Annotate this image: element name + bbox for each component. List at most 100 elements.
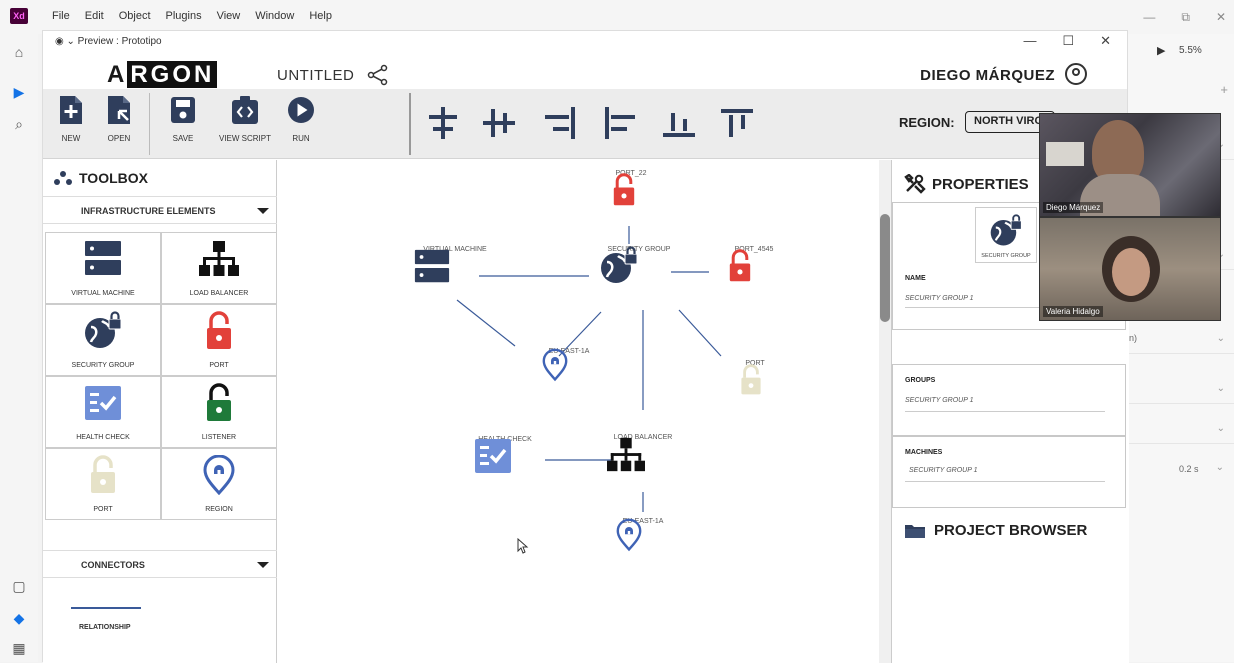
- select-tool-icon[interactable]: ▶: [11, 84, 27, 100]
- menu-edit[interactable]: Edit: [85, 10, 104, 22]
- diagram-canvas[interactable]: PORT_22 VIRTUAL MACHINE SECURITY GROUP P…: [277, 160, 879, 663]
- toolbox-item-port[interactable]: PORT: [161, 304, 277, 376]
- video-tile-participant-2: Valeria Hidalgo: [1039, 217, 1221, 321]
- chevron-down-icon[interactable]: ⌄: [1216, 462, 1224, 473]
- new-button[interactable]: NEW: [47, 95, 95, 143]
- security-group-icon: [85, 311, 122, 348]
- node-region-eu-east-1a-2[interactable]: EU-EAST-1A: [613, 518, 673, 552]
- preview-title: ◉ ⌄ Preview : Prototipo: [55, 36, 162, 47]
- home-icon[interactable]: ⌂: [11, 44, 27, 60]
- user-name[interactable]: DIEGO MÁRQUEZ: [920, 67, 1055, 84]
- edge-sg-port: [678, 309, 722, 357]
- infrastructure-section-header[interactable]: INFRASTRUCTURE ELEMENTS: [43, 196, 277, 224]
- play-icon[interactable]: ▶: [1157, 44, 1165, 57]
- node-region-eu-east-1a[interactable]: EU-EAST-1A: [539, 348, 599, 382]
- zoom-tool-icon[interactable]: ⌕: [11, 116, 27, 132]
- server-icon: [414, 249, 450, 283]
- field-underline: [905, 411, 1105, 412]
- node-load-balancer[interactable]: LOAD BALANCER: [607, 434, 679, 472]
- security-group-icon: [990, 214, 1022, 246]
- toolbox-icon: [54, 171, 72, 185]
- menu-object[interactable]: Object: [119, 10, 151, 22]
- toolbox-item-region[interactable]: REGION: [161, 448, 277, 520]
- close-icon[interactable]: ✕: [1216, 10, 1226, 25]
- pale-lock-icon: [741, 364, 761, 395]
- minimize-icon[interactable]: —: [1143, 10, 1155, 25]
- maximize-icon[interactable]: ☐: [1062, 33, 1074, 49]
- delay-value[interactable]: 0.2 s: [1179, 464, 1199, 474]
- preview-window-controls: — ☐ ✕: [1023, 33, 1111, 49]
- toolbox-item-port-pale[interactable]: PORT: [45, 448, 161, 520]
- project-browser-header[interactable]: PROJECT BROWSER: [904, 522, 1087, 539]
- align-right-icon[interactable]: [541, 103, 581, 143]
- menu-window[interactable]: Window: [255, 10, 294, 22]
- xd-panel-row[interactable]: n) ⌄: [1127, 324, 1234, 354]
- user-avatar-icon[interactable]: [1065, 63, 1087, 85]
- align-vertical-center-icon[interactable]: [423, 103, 463, 143]
- toolbox-panel: TOOLBOX INFRASTRUCTURE ELEMENTS VIRTUAL …: [43, 160, 277, 663]
- close-icon[interactable]: ✕: [1100, 33, 1111, 49]
- xd-app-icon: Xd: [10, 8, 28, 24]
- caret-down-icon[interactable]: [257, 562, 269, 568]
- align-top-icon[interactable]: [717, 103, 757, 143]
- layers-icon[interactable]: ◆: [11, 610, 27, 626]
- save-icon: [171, 97, 195, 123]
- selected-element-preview: SECURITY GROUP: [975, 207, 1037, 263]
- background-papers: [1046, 142, 1084, 166]
- toolbox-item-listener[interactable]: LISTENER: [161, 376, 277, 448]
- toolbox-item-virtual-machine[interactable]: VIRTUAL MACHINE: [45, 232, 161, 304]
- name-label: NAME: [905, 275, 926, 282]
- node-virtual-machine[interactable]: VIRTUAL MACHINE: [413, 246, 497, 283]
- view-script-button[interactable]: VIEW SCRIPT: [215, 95, 275, 143]
- toolbox-item-security-group[interactable]: SECURITY GROUP: [45, 304, 161, 376]
- save-button[interactable]: SAVE: [159, 95, 207, 143]
- scrollbar-thumb[interactable]: [880, 214, 890, 322]
- preview-titlebar: ◉ ⌄ Preview : Prototipo — ☐ ✕: [43, 31, 1127, 53]
- machines-field[interactable]: SECURITY GROUP 1: [909, 467, 977, 474]
- properties-machines-card: MACHINES SECURITY GROUP 1: [892, 436, 1126, 508]
- relationship-connector-icon[interactable]: [71, 607, 141, 609]
- preview-window: ◉ ⌄ Preview : Prototipo — ☐ ✕ A RGON UNTI…: [42, 30, 1221, 663]
- restore-icon[interactable]: ⧉: [1181, 10, 1190, 25]
- zoom-level[interactable]: 5.5%: [1179, 45, 1202, 56]
- xd-panel-row[interactable]: ⌄: [1127, 374, 1234, 404]
- assets-icon[interactable]: ▢: [11, 578, 27, 594]
- plugins-icon[interactable]: ▦: [11, 640, 27, 656]
- node-security-group[interactable]: SECURITY GROUP: [599, 246, 679, 283]
- tools-icon: [904, 174, 926, 194]
- menu-plugins[interactable]: Plugins: [166, 10, 202, 22]
- add-icon[interactable]: +: [1220, 82, 1228, 97]
- toolbox-item-load-balancer[interactable]: LOAD BALANCER: [161, 232, 277, 304]
- xd-panel-row[interactable]: ⌄: [1127, 414, 1234, 444]
- load-balancer-icon: [607, 437, 645, 472]
- open-button[interactable]: OPEN: [95, 95, 143, 143]
- menu-help[interactable]: Help: [309, 10, 332, 22]
- align-left-icon[interactable]: [599, 103, 639, 143]
- align-horizontal-center-icon[interactable]: [479, 103, 519, 143]
- xd-menu: File Edit Object Plugins View Window Hel…: [52, 10, 332, 22]
- menu-file[interactable]: File: [52, 10, 70, 22]
- region-pin-icon: [616, 518, 642, 552]
- document-title[interactable]: UNTITLED: [277, 67, 354, 84]
- canvas-scrollbar[interactable]: [879, 160, 891, 663]
- groups-field[interactable]: SECURITY GROUP 1: [905, 397, 973, 404]
- menu-view[interactable]: View: [217, 10, 241, 22]
- caret-down-icon[interactable]: [257, 208, 269, 214]
- toolbox-item-health-check[interactable]: HEALTH CHECK: [45, 376, 161, 448]
- connectors-section-header[interactable]: CONNECTORS: [43, 550, 277, 578]
- share-icon[interactable]: [367, 64, 389, 86]
- align-bottom-icon[interactable]: [659, 103, 699, 143]
- red-lock-icon: [729, 249, 751, 282]
- xd-left-rail: ⌂ ▶ ⌕ ▢ ◆ ▦: [0, 34, 38, 662]
- node-port-4545[interactable]: PORT_4545: [723, 246, 785, 282]
- run-button[interactable]: RUN: [277, 95, 325, 143]
- red-lock-icon: [207, 311, 231, 349]
- open-file-icon: [108, 96, 130, 124]
- node-port[interactable]: PORT: [735, 360, 775, 395]
- node-port-22[interactable]: PORT_22: [607, 170, 655, 206]
- minimize-icon[interactable]: —: [1023, 33, 1036, 49]
- new-file-icon: [60, 96, 82, 124]
- node-health-check[interactable]: HEALTH CHECK: [473, 436, 537, 473]
- name-field[interactable]: SECURITY GROUP 1: [905, 295, 973, 302]
- region-pin-icon: [203, 454, 235, 496]
